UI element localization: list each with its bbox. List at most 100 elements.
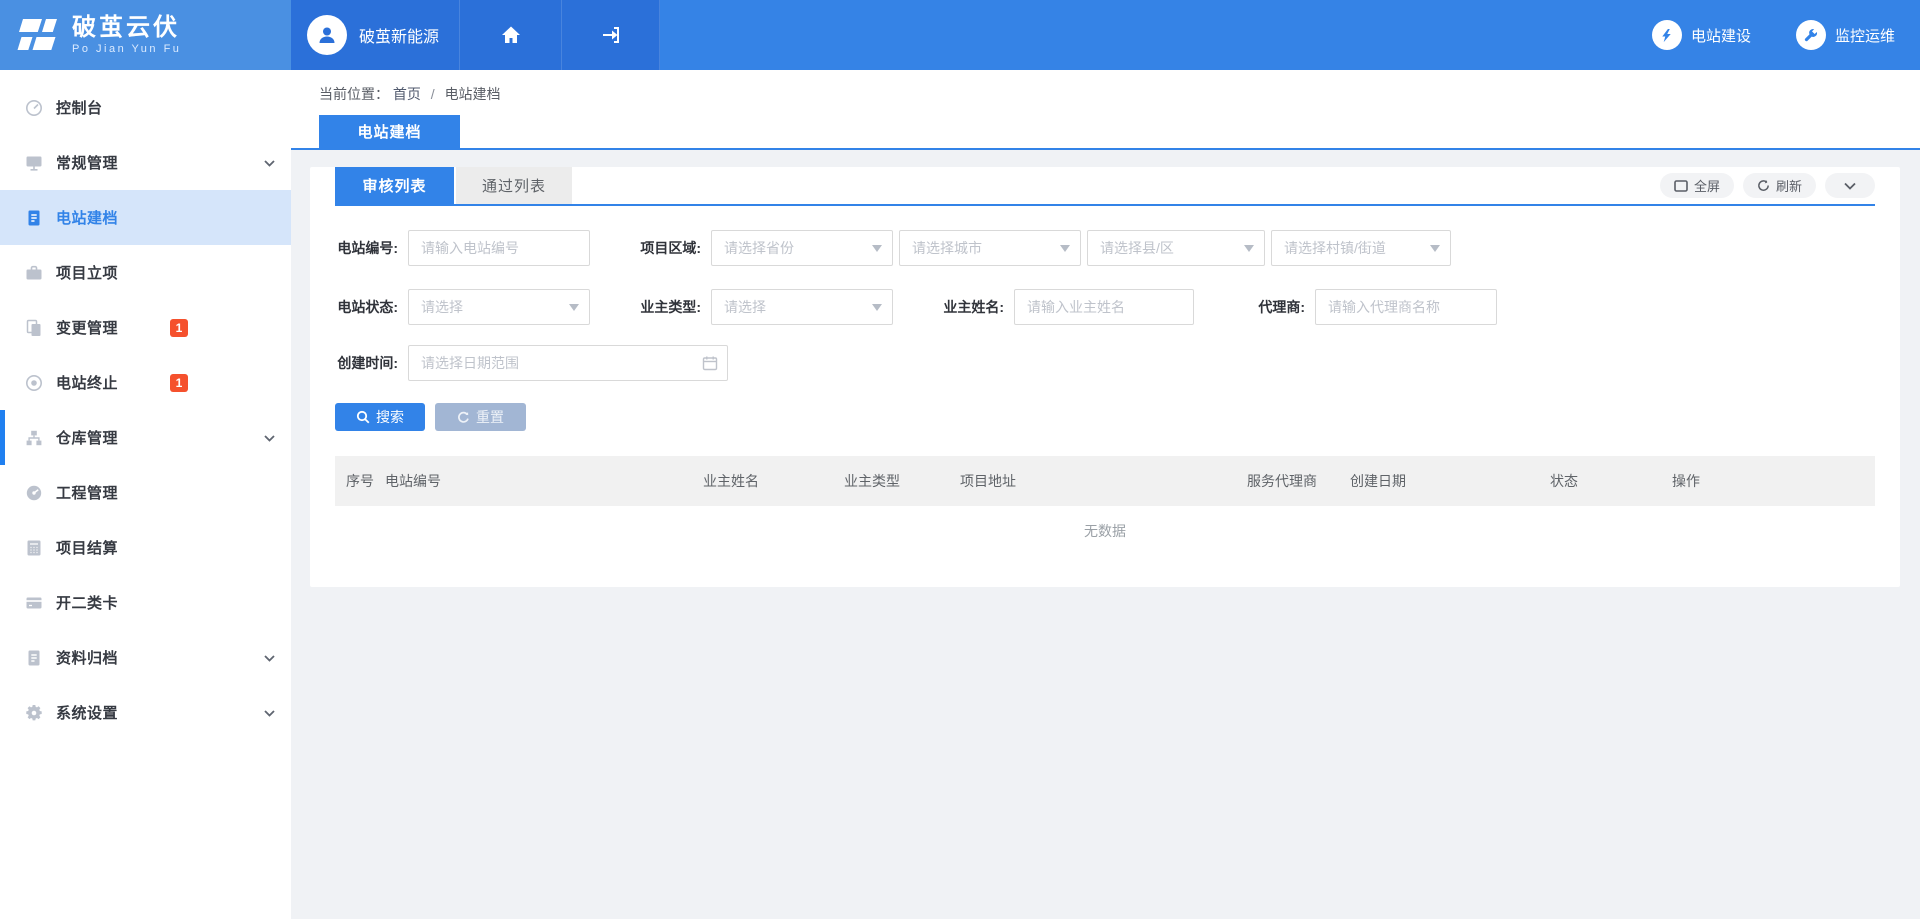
sidebar-item-system-settings[interactable]: 系统设置 (0, 685, 291, 740)
date-range-input[interactable] (408, 345, 728, 381)
station-no-label: 电站编号: (335, 238, 398, 258)
filter-row-1: 电站编号: 项目区域: 请选择省份 请选择城市 (335, 230, 1875, 266)
reset-icon (457, 411, 470, 424)
owner-type-select[interactable]: 请选择 (711, 289, 893, 325)
card-icon (24, 593, 44, 613)
owner-type-label: 业主类型: (638, 297, 701, 317)
brand-subtitle: Po Jian Yun Fu (72, 43, 181, 55)
sidebar-item-project-settlement[interactable]: 项目结算 (0, 520, 291, 575)
panel-tabs: 审核列表 通过列表 全屏 刷新 (335, 167, 1875, 206)
refresh-icon (1757, 179, 1770, 192)
breadcrumb-separator: / (431, 86, 435, 102)
refresh-button[interactable]: 刷新 (1743, 173, 1816, 198)
main-content: 当前位置： 首页 / 电站建档 电站建档 审核列表 通过列表 全屏 (291, 70, 1920, 919)
sidebar-item-change-mgmt[interactable]: 变更管理 1 (0, 300, 291, 355)
document-icon (24, 208, 44, 228)
chevron-down-icon (263, 156, 276, 169)
date-range-picker[interactable] (408, 345, 728, 381)
chevron-down-icon (263, 651, 276, 664)
navbar-spacer (660, 0, 1652, 70)
select-arrow-icon (1060, 245, 1070, 252)
sidebar-item-project-initiation[interactable]: 项目立项 1 (0, 245, 291, 300)
search-icon (356, 410, 370, 424)
panel-toolbar: 全屏 刷新 (1660, 173, 1875, 198)
tab-review-list[interactable]: 审核列表 (335, 167, 454, 204)
brand-title: 破茧云伏 (72, 15, 181, 41)
home-button[interactable] (460, 0, 562, 70)
reset-button[interactable]: 重置 (435, 403, 526, 431)
file-icon (24, 648, 44, 668)
calculator-icon (24, 538, 44, 558)
top-navbar: 破茧云伏 Po Jian Yun Fu 破茧新能源 (0, 0, 1920, 70)
region-label: 项目区域: (638, 238, 701, 258)
breadcrumb-current: 电站建档 (445, 86, 501, 102)
company-name: 破茧新能源 (359, 23, 439, 47)
station-no-input[interactable] (408, 230, 590, 266)
monitor-icon (24, 153, 44, 173)
col-station-no: 电站编号 (385, 471, 703, 491)
gauge-icon (24, 483, 44, 503)
home-icon (499, 23, 523, 47)
sidebar-item-data-archive[interactable]: 资料归档 (0, 630, 291, 685)
filter-region: 项目区域: 请选择省份 请选择城市 请选择县/区 (638, 230, 1451, 266)
select-arrow-icon (872, 304, 882, 311)
col-status: 状态 (1550, 471, 1672, 491)
chevron-down-icon (1844, 182, 1856, 190)
brand-logo: 破茧云伏 Po Jian Yun Fu (0, 0, 291, 70)
agent-input[interactable] (1315, 289, 1497, 325)
col-index: 序号 (346, 471, 385, 491)
wrench-icon (1796, 20, 1826, 50)
province-select[interactable]: 请选择省份 (711, 230, 893, 266)
city-select[interactable]: 请选择城市 (899, 230, 1081, 266)
shortcut-monitor-ops[interactable]: 监控运维 (1796, 20, 1895, 50)
sidebar-item-dashboard[interactable]: 控制台 (0, 80, 291, 135)
owner-name-input[interactable] (1014, 289, 1194, 325)
breadcrumb-home-link[interactable]: 首页 (393, 86, 421, 102)
sidebar-item-engineering-mgmt[interactable]: 工程管理 (0, 465, 291, 520)
page-header: 当前位置： 首页 / 电站建档 电站建档 (291, 70, 1920, 150)
record-circle-icon (24, 373, 44, 393)
logout-button[interactable] (562, 0, 660, 70)
gear-icon (24, 703, 44, 723)
filter-created-time: 创建时间: (335, 345, 728, 381)
table-empty-state: 无数据 (335, 506, 1875, 556)
tab-passed-list[interactable]: 通过列表 (456, 167, 572, 204)
col-owner-type: 业主类型 (844, 471, 960, 491)
shortcut-station-build[interactable]: 电站建设 (1652, 20, 1751, 50)
select-arrow-icon (569, 304, 579, 311)
filter-row-3: 创建时间: (335, 345, 1875, 381)
fullscreen-button[interactable]: 全屏 (1660, 173, 1734, 198)
owner-name-label: 业主姓名: (941, 297, 1004, 317)
user-menu[interactable]: 破茧新能源 (291, 0, 460, 70)
sidebar-item-open-type2-card[interactable]: 开二类卡 (0, 575, 291, 630)
county-select[interactable]: 请选择县/区 (1087, 230, 1265, 266)
user-icon (316, 24, 338, 46)
badge-count: 1 (170, 374, 188, 392)
calendar-icon (702, 355, 718, 371)
lightning-icon (1652, 20, 1682, 50)
station-status-label: 电站状态: (335, 297, 398, 317)
town-select[interactable]: 请选择村镇/街道 (1271, 230, 1451, 266)
filter-actions: 搜索 重置 (335, 403, 1875, 431)
table-header: 序号 电站编号 业主姓名 业主类型 项目地址 服务代理商 创建日期 状态 操作 (335, 456, 1875, 506)
avatar (307, 15, 347, 55)
sidebar-item-warehouse-mgmt[interactable]: 仓库管理 (0, 410, 291, 465)
filter-station-no: 电站编号: (335, 230, 590, 266)
search-button[interactable]: 搜索 (335, 403, 425, 431)
sitemap-icon (24, 428, 44, 448)
sidebar-item-station-archive[interactable]: 电站建档 (0, 190, 291, 245)
select-arrow-icon (1430, 245, 1440, 252)
page-tab-station-archive[interactable]: 电站建档 (319, 115, 460, 148)
filter-owner-name: 业主姓名: (941, 289, 1194, 325)
chevron-down-icon (263, 706, 276, 719)
chevron-down-icon (263, 431, 276, 444)
collapse-toolbar-button[interactable] (1825, 173, 1875, 198)
app-root: 破茧云伏 Po Jian Yun Fu 破茧新能源 (0, 0, 1920, 919)
region-select-group: 请选择省份 请选择城市 请选择县/区 请选择村镇/街道 (711, 230, 1451, 266)
filter-station-status: 电站状态: 请选择 (335, 289, 590, 325)
station-status-select[interactable]: 请选择 (408, 289, 590, 325)
sidebar-item-general-mgmt[interactable]: 常规管理 (0, 135, 291, 190)
created-time-label: 创建时间: (335, 353, 398, 373)
agent-label: 代理商: (1242, 297, 1305, 317)
sidebar-item-station-termination[interactable]: 电站终止 1 (0, 355, 291, 410)
